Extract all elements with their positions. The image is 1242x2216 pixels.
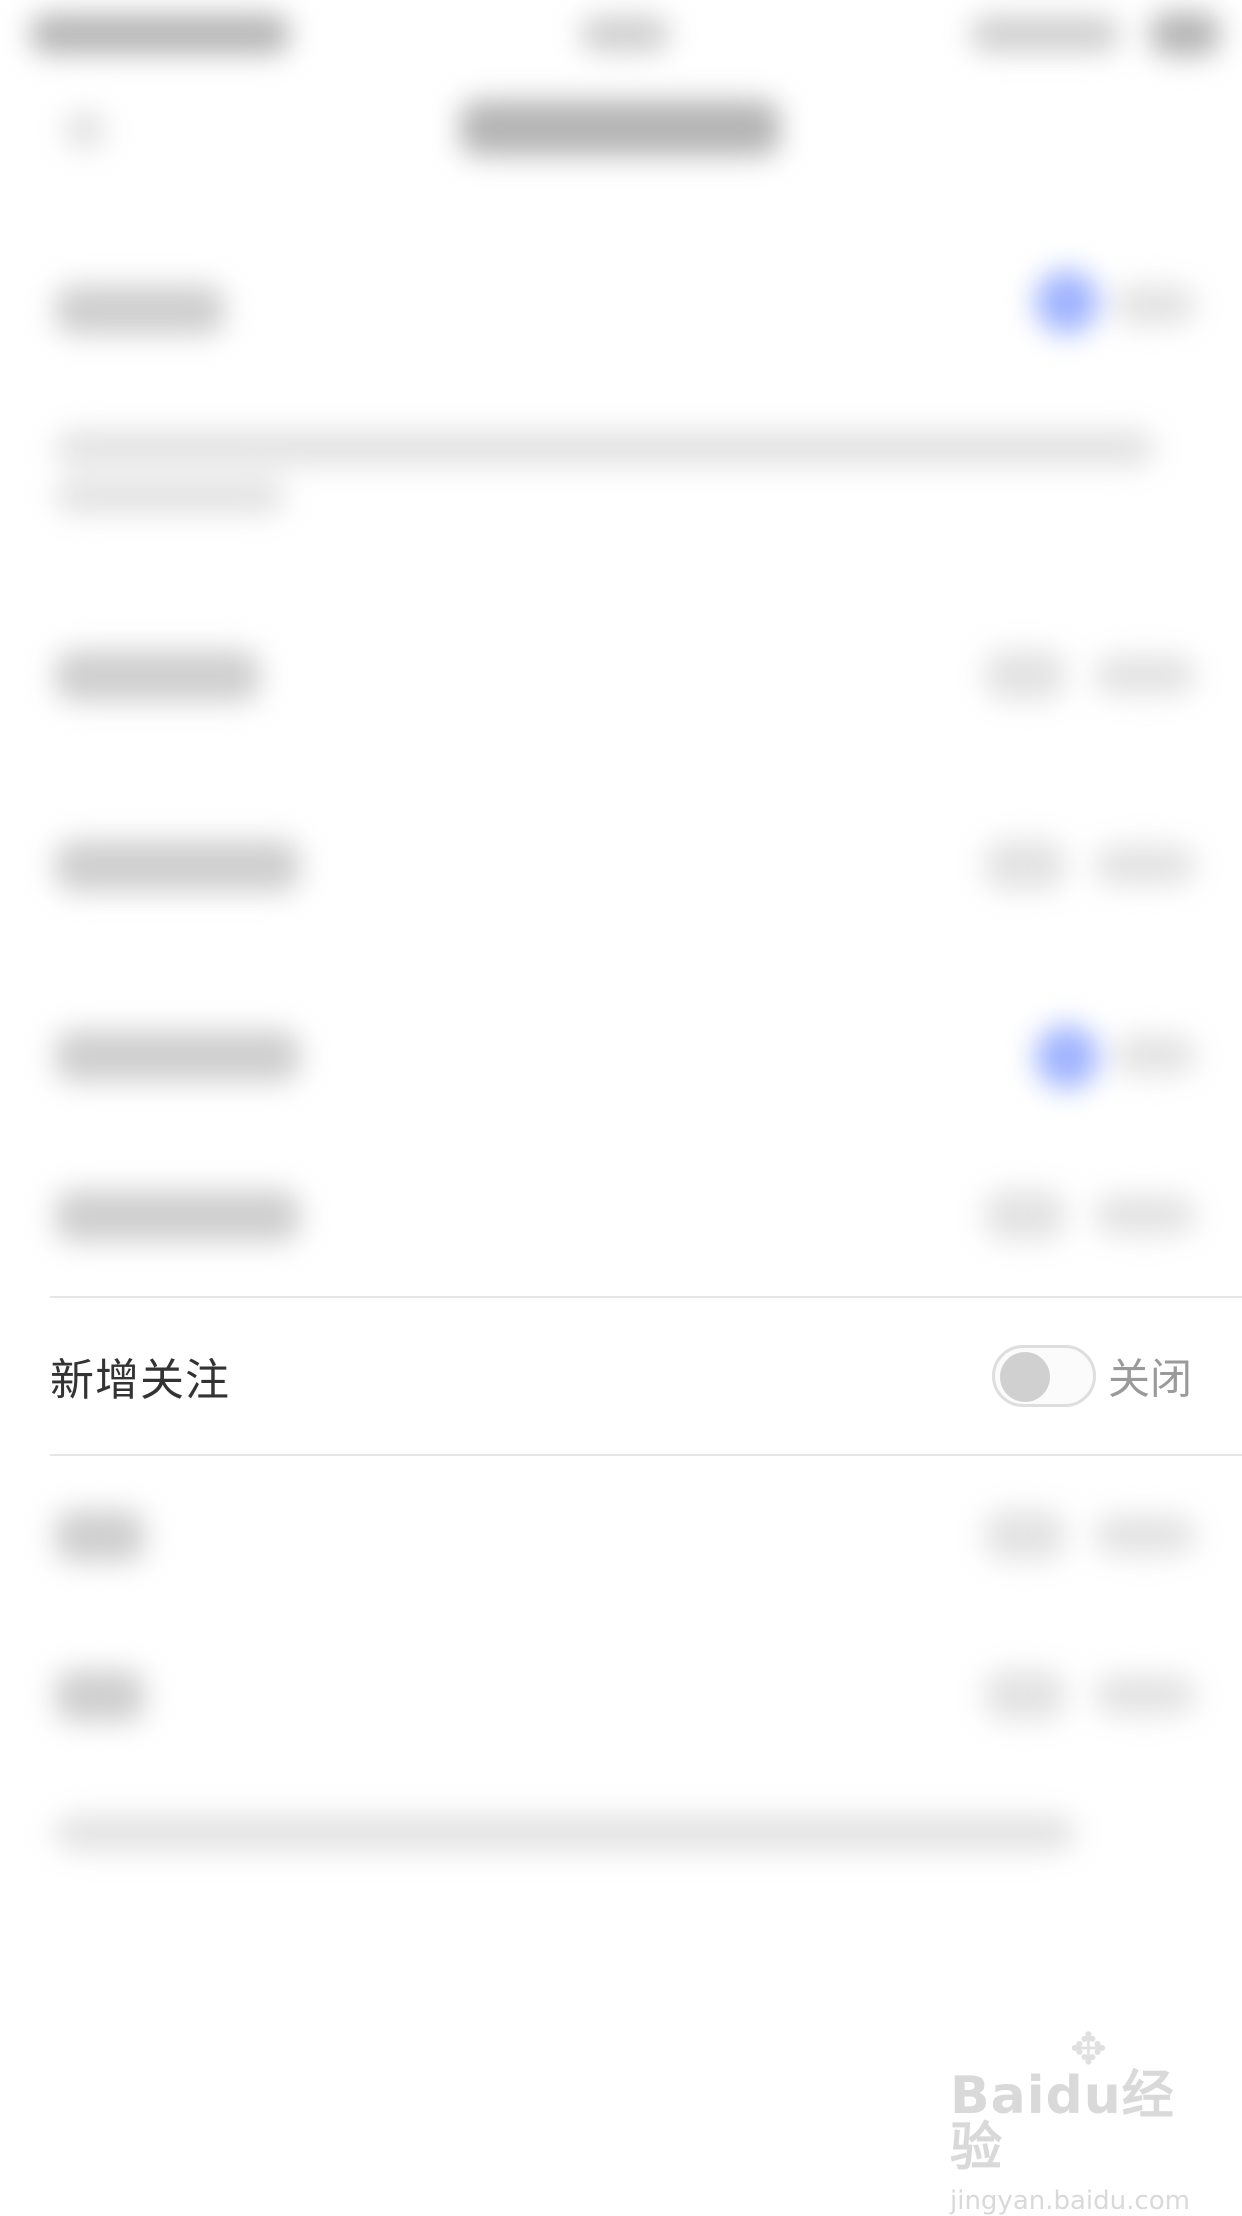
new-follow-toggle[interactable]	[992, 1345, 1096, 1407]
watermark-url: jingyan.baidu.com	[950, 2186, 1190, 2216]
setting-label: 新增关注	[50, 1355, 230, 1406]
watermark-logo-text: Baidu经验	[950, 2066, 1175, 2178]
toggle-state-label: 关闭	[1108, 1354, 1193, 1404]
setting-row-new-follow[interactable]: 新增关注 关闭	[0, 1298, 1242, 1454]
toggle-knob	[1000, 1352, 1050, 1402]
baidu-jingyan-watermark: ✥ Baidu经验 jingyan.baidu.com	[950, 2024, 1190, 2216]
row-divider-bottom	[50, 1454, 1242, 1456]
paw-logo-icon: ✥	[1070, 2024, 1107, 2075]
blurred-background	[0, 0, 1242, 2208]
